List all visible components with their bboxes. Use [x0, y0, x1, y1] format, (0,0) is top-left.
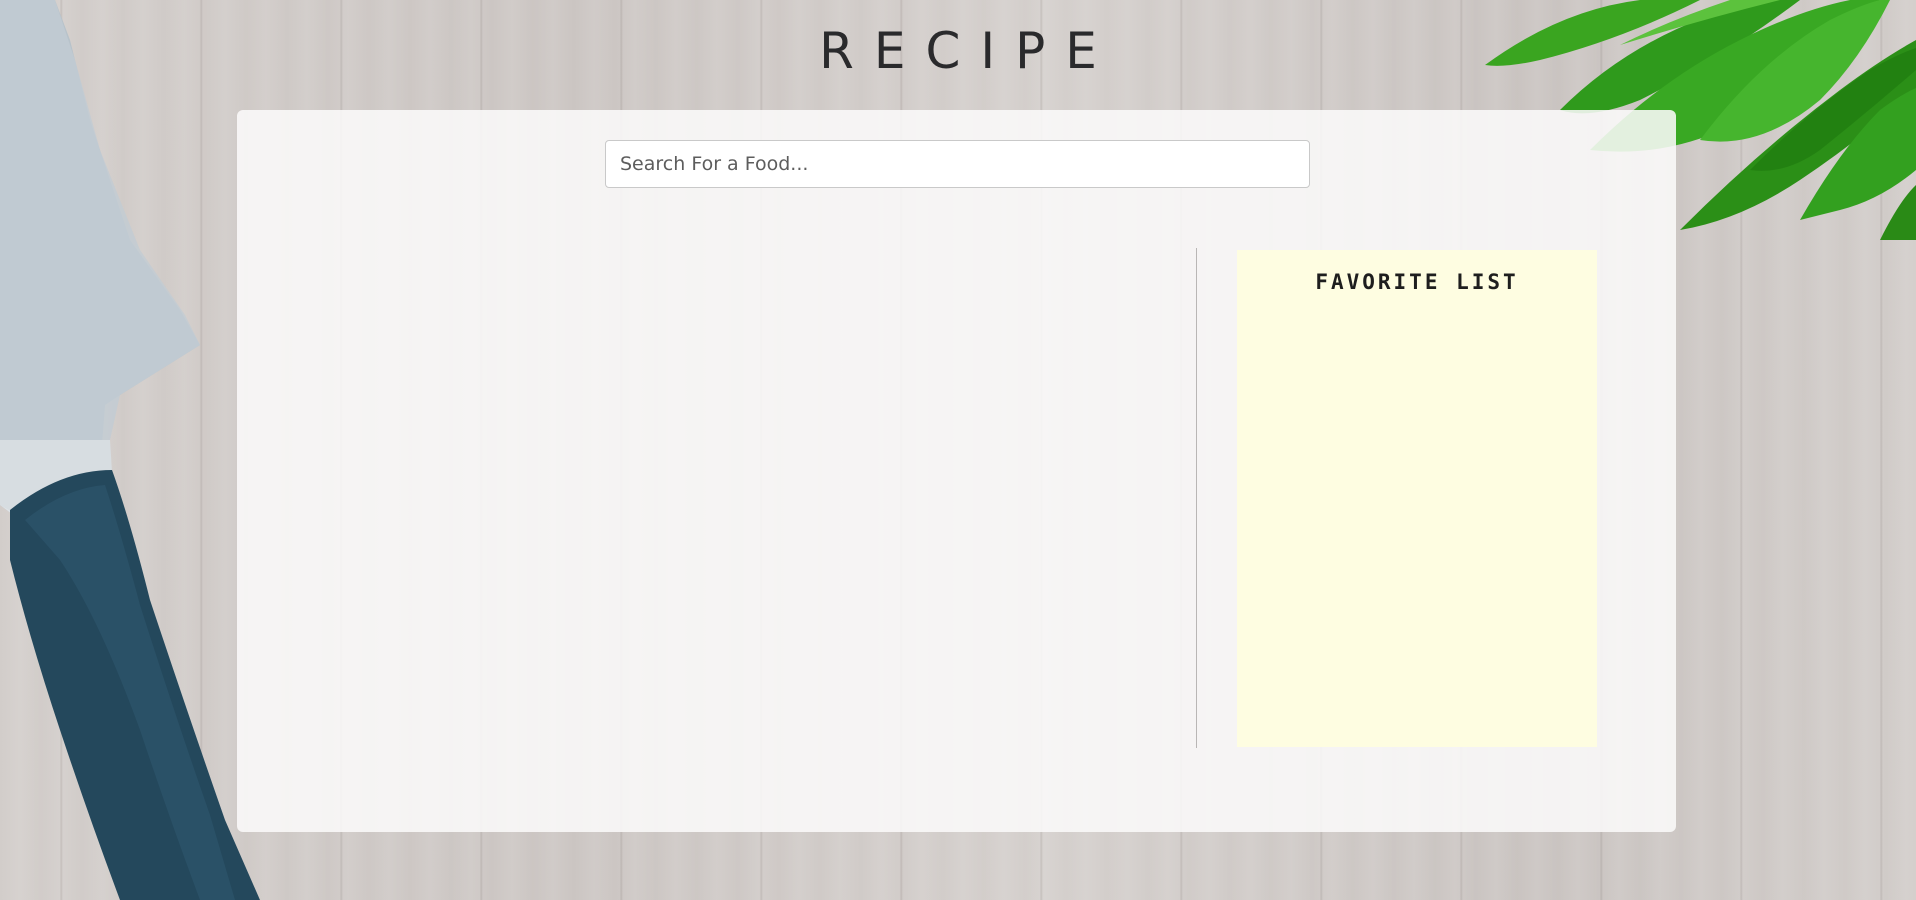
main-card: FAVORITE LIST: [237, 110, 1676, 832]
knife-image: [0, 0, 260, 900]
results-area: [267, 248, 1187, 748]
favorite-title: FAVORITE LIST: [1315, 270, 1519, 294]
search-input[interactable]: [605, 140, 1310, 188]
divider: [1196, 248, 1197, 748]
favorite-panel: FAVORITE LIST: [1237, 250, 1597, 747]
app-title: RECIPE: [819, 22, 1117, 80]
